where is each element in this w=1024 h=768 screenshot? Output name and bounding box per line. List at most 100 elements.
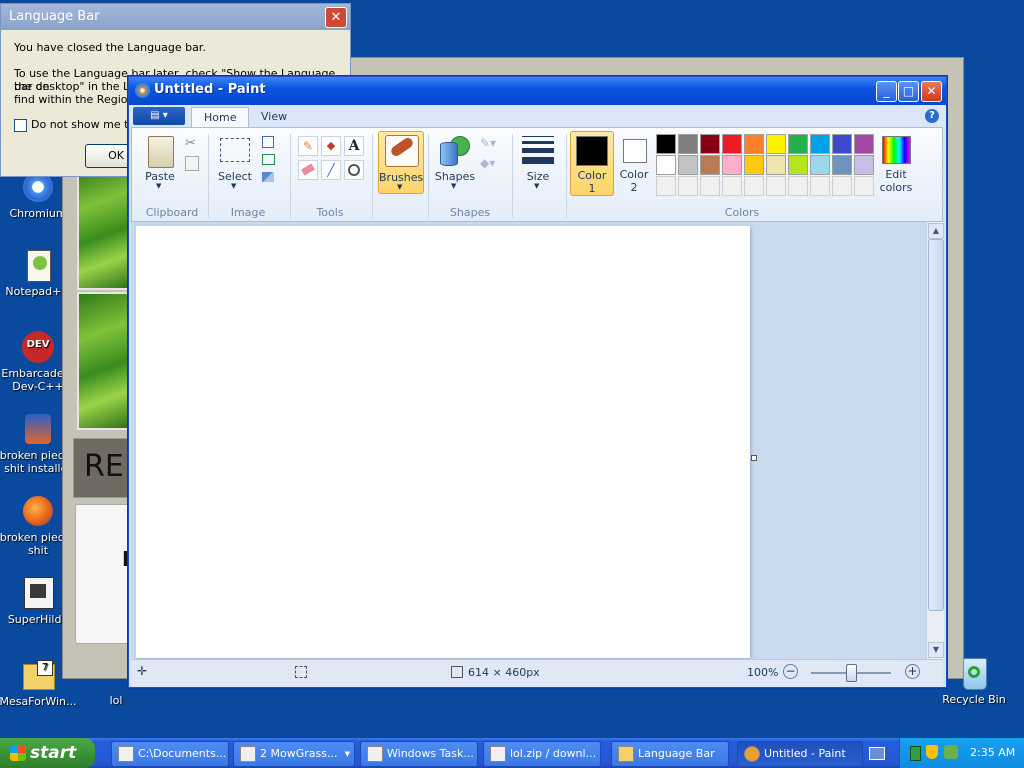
color-swatch[interactable] bbox=[766, 155, 786, 175]
zoom-slider-thumb[interactable] bbox=[846, 664, 857, 682]
color-swatch[interactable] bbox=[832, 155, 852, 175]
selection-size-icon bbox=[295, 666, 307, 678]
taskbar-button-task-manager[interactable]: Windows Task... bbox=[360, 741, 478, 767]
color-swatch[interactable] bbox=[854, 134, 874, 154]
security-shield-icon[interactable] bbox=[926, 745, 938, 759]
network-icon[interactable] bbox=[944, 745, 958, 759]
color-swatch[interactable] bbox=[700, 176, 720, 196]
group-separator bbox=[428, 134, 429, 218]
color-swatch[interactable] bbox=[700, 134, 720, 154]
paint-app-menu-button[interactable]: ▤ ▾ bbox=[133, 107, 185, 125]
color-swatch[interactable] bbox=[766, 176, 786, 196]
taskbar-button-paint[interactable]: Untitled - Paint bbox=[737, 741, 863, 767]
paint-window[interactable]: Untitled - Paint _ □ ✕ ▤ ▾ Home View ? P… bbox=[128, 76, 947, 688]
zoom-out-button[interactable]: − bbox=[783, 664, 798, 679]
taskbar-button-documents[interactable]: C:\Documents... bbox=[111, 741, 229, 767]
tab-view[interactable]: View bbox=[249, 107, 299, 127]
chevron-down-icon: ▼ bbox=[451, 182, 457, 190]
color-swatch[interactable] bbox=[810, 155, 830, 175]
text-icon[interactable]: A bbox=[344, 136, 364, 156]
color-swatch[interactable] bbox=[788, 155, 808, 175]
pencil-icon[interactable]: ✎ bbox=[298, 136, 318, 156]
start-button[interactable]: start bbox=[0, 738, 95, 768]
color-swatch[interactable] bbox=[722, 134, 742, 154]
vertical-scrollbar[interactable]: ▲ ▼ bbox=[926, 222, 944, 659]
scroll-thumb[interactable] bbox=[928, 239, 944, 611]
start-label: start bbox=[30, 743, 77, 763]
tab-home[interactable]: Home bbox=[191, 107, 250, 128]
help-icon[interactable]: ? bbox=[925, 109, 939, 123]
close-button[interactable]: ✕ bbox=[921, 81, 942, 102]
color2-button[interactable]: Color 2 bbox=[616, 131, 652, 194]
drawing-canvas[interactable] bbox=[136, 226, 750, 658]
color-swatch[interactable] bbox=[788, 134, 808, 154]
eraser-icon[interactable] bbox=[298, 160, 318, 180]
color-swatch[interactable] bbox=[744, 134, 764, 154]
color-swatch[interactable] bbox=[744, 155, 764, 175]
color-picker-icon[interactable]: ╱ bbox=[321, 160, 341, 180]
crop-icon[interactable] bbox=[262, 136, 274, 148]
color-swatch[interactable] bbox=[832, 134, 852, 154]
scroll-up-button[interactable]: ▲ bbox=[928, 223, 944, 239]
tray-app-icon[interactable] bbox=[910, 746, 921, 761]
taskbar-button-mowgrass[interactable]: 2 MowGrass... ▼ bbox=[233, 741, 355, 767]
color-swatch[interactable] bbox=[810, 176, 830, 196]
taskbar-button-lolzip[interactable]: lol.zip / downl... bbox=[483, 741, 601, 767]
scroll-down-button[interactable]: ▼ bbox=[928, 642, 944, 658]
re-text: RE bbox=[84, 449, 124, 484]
clock[interactable]: 2:35 AM bbox=[970, 746, 1015, 759]
desktop-icon-label: Notepad++ bbox=[5, 285, 71, 298]
color-swatch[interactable] bbox=[766, 134, 786, 154]
color1-button[interactable]: Color 1 bbox=[570, 131, 614, 196]
color-swatch[interactable] bbox=[656, 176, 676, 196]
outline-icon[interactable]: ✎▾ bbox=[480, 136, 496, 150]
color-swatch[interactable] bbox=[678, 134, 698, 154]
canvas-area[interactable] bbox=[131, 222, 926, 659]
magnifier-icon[interactable] bbox=[344, 160, 364, 180]
copy-icon[interactable] bbox=[185, 156, 199, 171]
zoom-in-button[interactable]: + bbox=[905, 664, 920, 679]
brushes-button[interactable]: Brushes ▼ bbox=[378, 131, 424, 194]
taskbar-button-language-bar[interactable]: Language Bar bbox=[611, 741, 729, 767]
re-panel: RE bbox=[73, 438, 135, 498]
edit-colors-label: Edit bbox=[885, 168, 907, 181]
size-icon[interactable] bbox=[522, 136, 554, 166]
keyboard-icon[interactable] bbox=[869, 747, 885, 760]
resize-handle[interactable] bbox=[751, 455, 757, 461]
cut-icon[interactable]: ✂ bbox=[185, 136, 196, 151]
minimize-button[interactable]: _ bbox=[876, 81, 897, 102]
color-swatch[interactable] bbox=[722, 176, 742, 196]
maximize-button[interactable]: □ bbox=[898, 81, 919, 102]
paste-icon[interactable] bbox=[148, 136, 174, 168]
color-swatch[interactable] bbox=[700, 155, 720, 175]
grass-thumbnail[interactable] bbox=[77, 166, 135, 290]
color-swatch[interactable] bbox=[832, 176, 852, 196]
dialog-titlebar[interactable]: Language Bar bbox=[1, 4, 350, 30]
shapes-icon[interactable] bbox=[440, 136, 470, 166]
color-swatch[interactable] bbox=[854, 176, 874, 196]
color-swatch[interactable] bbox=[678, 176, 698, 196]
paint-titlebar[interactable]: Untitled - Paint _ □ ✕ bbox=[129, 77, 946, 105]
grass-thumbnail[interactable] bbox=[77, 292, 135, 430]
rotate-icon[interactable] bbox=[262, 172, 274, 182]
fill-icon[interactable]: ◆ bbox=[321, 136, 341, 156]
group-separator bbox=[512, 134, 513, 218]
ribbon: Paste ▼ ✂ Clipboard Select ▼ Image ✎ ◆ A… bbox=[131, 127, 943, 222]
do-not-show-checkbox[interactable] bbox=[14, 119, 27, 132]
color-swatch[interactable] bbox=[722, 155, 742, 175]
color-swatch[interactable] bbox=[744, 176, 764, 196]
color-swatch[interactable] bbox=[810, 134, 830, 154]
color-swatch[interactable] bbox=[656, 134, 676, 154]
desktop-icon-lol[interactable]: lol bbox=[76, 694, 156, 707]
edit-colors-button[interactable]: Edit colors bbox=[878, 131, 914, 194]
color-swatch[interactable] bbox=[656, 155, 676, 175]
select-icon[interactable] bbox=[220, 138, 250, 162]
color2-label: Color bbox=[619, 168, 649, 181]
resize-icon[interactable] bbox=[262, 154, 275, 165]
color-swatch[interactable] bbox=[788, 176, 808, 196]
color-swatch[interactable] bbox=[854, 155, 874, 175]
desktop-icon-label: lol bbox=[109, 694, 123, 707]
fill-shape-icon[interactable]: ◆▾ bbox=[480, 156, 495, 170]
color-swatch[interactable] bbox=[678, 155, 698, 175]
dialog-close-button[interactable]: ✕ bbox=[325, 7, 347, 28]
